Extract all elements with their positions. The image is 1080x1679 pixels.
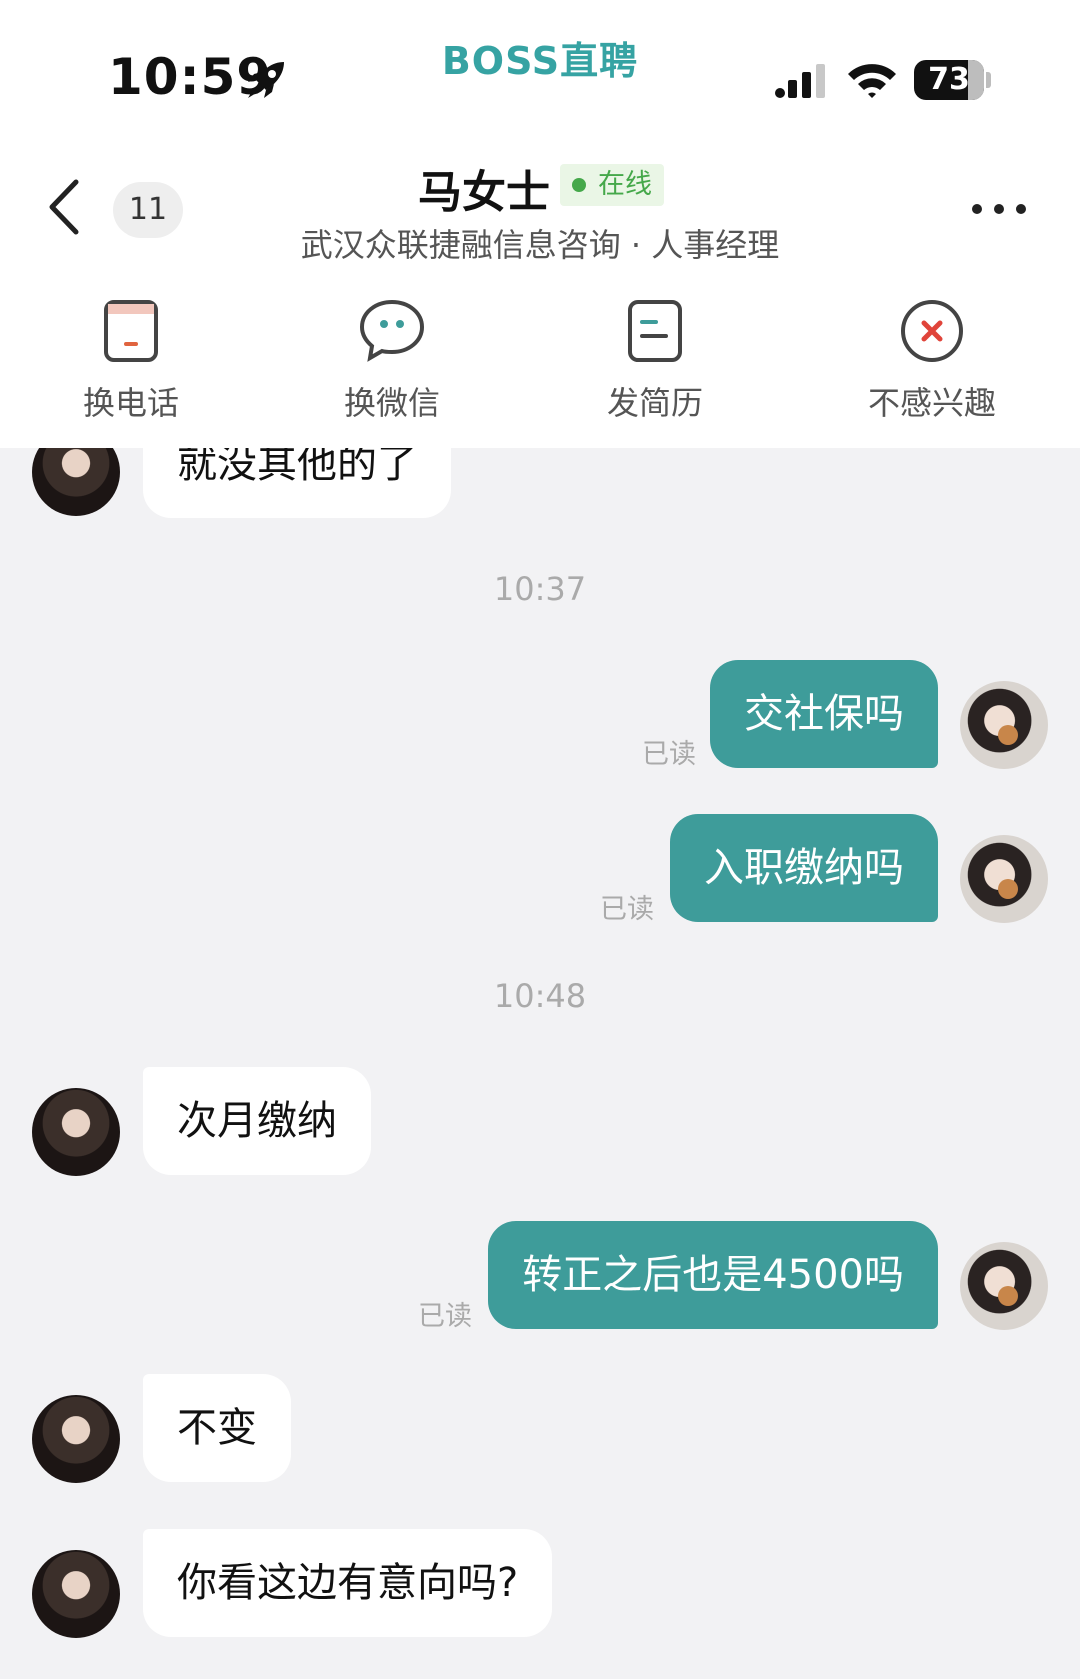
- contact-avatar[interactable]: [32, 1550, 120, 1638]
- signal-icon: [775, 64, 825, 98]
- send-resume-label: 发简历: [606, 384, 703, 422]
- exchange-phone-button[interactable]: 换电话: [31, 296, 231, 426]
- battery-tip: [986, 72, 991, 88]
- wechat-bubble-icon: [359, 299, 425, 362]
- not-interested-button[interactable]: 不感兴趣: [832, 296, 1032, 426]
- battery-level: 73: [928, 62, 970, 97]
- contact-company-title: 武汉众联捷融信息咨询 · 人事经理: [300, 226, 780, 264]
- user-avatar[interactable]: [960, 681, 1048, 769]
- more-options-icon[interactable]: [972, 204, 1026, 216]
- message-timestamp: 10:48: [493, 977, 587, 1015]
- user-avatar[interactable]: [960, 1242, 1048, 1330]
- read-receipt: 已读: [418, 1301, 472, 1332]
- not-interested-label: 不感兴趣: [867, 384, 996, 422]
- read-receipt: 已读: [642, 739, 696, 770]
- exchange-wechat-label: 换微信: [343, 384, 440, 422]
- read-receipt: 已读: [600, 894, 654, 925]
- message-bubble-outgoing[interactable]: 转正之后也是4500吗: [488, 1221, 938, 1329]
- battery-icon: 73: [914, 60, 984, 100]
- contact-avatar[interactable]: [32, 1395, 120, 1483]
- wifi-icon: [848, 64, 896, 98]
- exchange-phone-label: 换电话: [82, 384, 179, 422]
- online-status-label: 在线: [598, 169, 652, 200]
- message-bubble-outgoing[interactable]: 交社保吗: [710, 660, 938, 768]
- online-dot-icon: [572, 178, 586, 192]
- message-bubble-incoming[interactable]: 你看这边有意向吗?: [143, 1529, 553, 1637]
- chat-header: 10:59 BOSS直聘 73 11 马女士 在线 武汉众联捷融信息咨询 · 人…: [0, 0, 1080, 448]
- message-bubble-incoming[interactable]: 不变: [143, 1374, 291, 1482]
- contact-name: 马女士: [418, 167, 550, 218]
- phone-card-icon: [104, 300, 158, 362]
- exchange-wechat-button[interactable]: 换微信: [292, 296, 492, 426]
- message-bubble-outgoing[interactable]: 入职缴纳吗: [670, 814, 938, 922]
- message-timestamp: 10:37: [493, 570, 587, 608]
- user-avatar[interactable]: [960, 835, 1048, 923]
- send-resume-button[interactable]: 发简历: [555, 296, 755, 426]
- resume-icon: [628, 300, 682, 362]
- message-bubble-incoming[interactable]: 次月缴纳: [143, 1067, 371, 1175]
- contact-avatar[interactable]: [32, 1088, 120, 1176]
- online-status-badge: 在线: [560, 164, 664, 206]
- not-interested-icon: [901, 300, 963, 362]
